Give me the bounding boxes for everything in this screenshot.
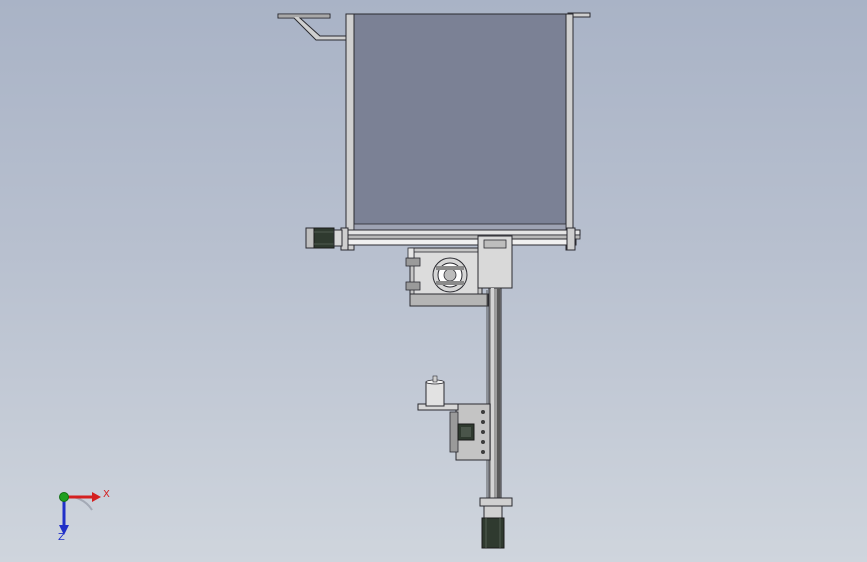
- main-enclosure: [345, 13, 574, 251]
- coordinate-triad: X Z: [58, 489, 110, 543]
- left-stepper-motor: [305, 227, 343, 249]
- top-left-bracket: [277, 13, 347, 41]
- vertical-linear-module: [477, 235, 513, 507]
- bearing-carriage: [405, 247, 489, 307]
- cylinder-sensor: [425, 375, 445, 407]
- z-axis-label: Z: [58, 532, 65, 543]
- tool-carriage: [417, 403, 491, 461]
- cad-viewport[interactable]: X Z: [0, 0, 867, 562]
- bottom-stepper-motor: [481, 505, 505, 549]
- cad-drawing: X Z: [58, 12, 591, 549]
- x-axis-label: X: [103, 489, 110, 500]
- y-axis-dot: [59, 492, 69, 502]
- horizontal-rail: [340, 227, 581, 251]
- x-axis-arrow: [92, 492, 101, 502]
